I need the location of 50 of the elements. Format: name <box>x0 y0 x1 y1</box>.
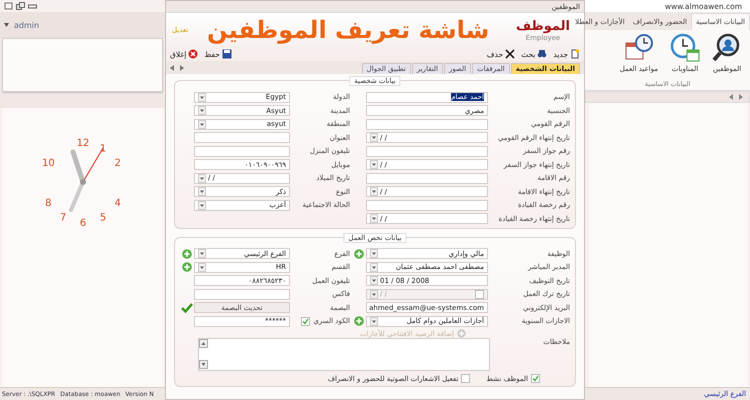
scrollbar-icon[interactable] <box>199 339 208 369</box>
text-field[interactable] <box>194 132 290 143</box>
binoculars-icon <box>537 49 548 59</box>
scroll-arrows-icon[interactable] <box>170 64 184 70</box>
caret-icon <box>198 174 206 182</box>
caret-icon[interactable] <box>4 23 9 27</box>
caret-icon <box>370 187 378 196</box>
text-field[interactable] <box>366 118 488 130</box>
clock-calendar-icon <box>670 33 700 63</box>
screen-heading: شاشة تعريف الموظفين <box>206 16 490 44</box>
add-icon <box>456 329 466 338</box>
checkbox[interactable] <box>531 374 540 383</box>
caret-icon <box>198 187 206 196</box>
delete-icon <box>505 49 516 59</box>
maximize-icon[interactable] <box>4 2 13 10</box>
caret-icon <box>370 133 378 142</box>
user-name: admin <box>14 20 40 30</box>
caret-icon <box>370 290 378 298</box>
checkbox[interactable] <box>301 316 310 326</box>
text-field[interactable] <box>366 200 488 210</box>
save-icon <box>222 49 232 59</box>
caret-icon <box>370 249 378 258</box>
add-icon[interactable] <box>182 262 192 272</box>
add-icon[interactable] <box>182 248 192 258</box>
caret-icon <box>370 316 378 326</box>
form-title: الموظف <box>516 18 570 34</box>
caret-icon <box>198 262 206 272</box>
caret-icon <box>370 214 378 223</box>
caret-icon <box>198 106 206 115</box>
scroll-arrows-icon[interactable] <box>729 94 743 100</box>
add-icon[interactable] <box>354 316 364 326</box>
text-field[interactable] <box>366 172 488 184</box>
caret-icon <box>198 92 206 102</box>
text-field[interactable] <box>366 146 488 156</box>
text-field[interactable] <box>194 146 290 156</box>
caret-icon <box>198 249 206 258</box>
caret-icon <box>370 276 378 285</box>
add-icon[interactable] <box>354 248 364 258</box>
restore-icon[interactable] <box>16 2 25 10</box>
minimize-icon[interactable] <box>28 2 37 10</box>
text-field[interactable] <box>194 288 290 300</box>
user-search-icon <box>712 33 742 63</box>
new-document-icon <box>570 49 580 59</box>
caret-icon <box>198 120 206 128</box>
caret-icon <box>370 262 378 272</box>
checkbox[interactable] <box>461 374 470 383</box>
caret-icon <box>370 160 378 169</box>
notes-field[interactable] <box>198 338 490 371</box>
close-icon <box>188 49 198 59</box>
caret-icon <box>198 200 206 210</box>
